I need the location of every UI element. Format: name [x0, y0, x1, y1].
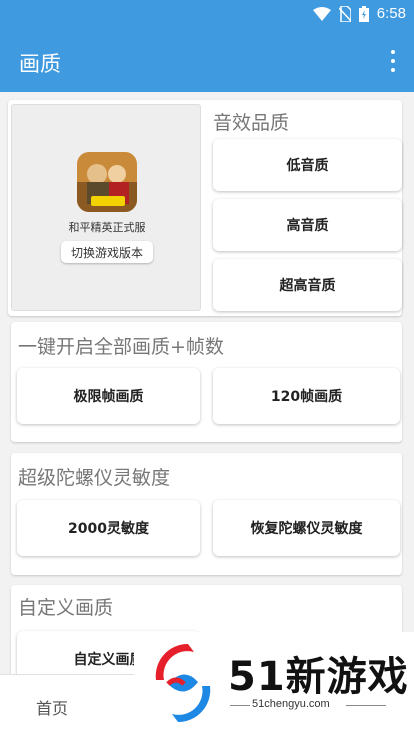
no-sim-icon	[338, 5, 351, 22]
one-key-title: 一键开启全部画质+帧数	[18, 336, 224, 358]
fps-120-button[interactable]: 120帧画质	[213, 368, 400, 424]
one-key-card: 一键开启全部画质+帧数 极限帧画质 120帧画质	[11, 322, 402, 442]
watermark-url: 51chengyu.com	[252, 698, 330, 710]
switch-version-button[interactable]: 切换游戏版本	[61, 241, 153, 263]
status-icons: 6:58	[312, 5, 406, 22]
watermark-divider-left	[230, 705, 250, 706]
status-bar: 6:58	[0, 0, 414, 30]
page-title: 画质	[19, 52, 61, 76]
audio-section-title: 音效品质	[213, 112, 290, 134]
game-name: 和平精英正式服	[68, 221, 146, 234]
brand-logo-icon	[155, 643, 211, 723]
gyro-title: 超级陀螺仪灵敏度	[18, 467, 171, 489]
high-audio-button[interactable]: 高音质	[213, 199, 402, 251]
custom-title: 自定义画质	[18, 597, 114, 619]
main-content[interactable]: 和平精英正式服 切换游戏版本 音效品质 低音质 高音质 超高音质 一键开启全部画…	[0, 92, 414, 687]
game-icon	[77, 152, 137, 212]
game-panel: 和平精英正式服 切换游戏版本	[11, 104, 201, 311]
gyro-card: 超级陀螺仪灵敏度 2000灵敏度 恢复陀螺仪灵敏度	[11, 453, 402, 575]
ultra-high-audio-button[interactable]: 超高音质	[213, 259, 402, 311]
clock: 6:58	[376, 5, 406, 22]
more-options-icon[interactable]	[388, 50, 398, 72]
app-bar: 画质	[0, 30, 414, 92]
nav-home[interactable]: 首页	[36, 695, 68, 719]
watermark-brand: 51新游戏	[228, 654, 409, 700]
watermark-divider-right	[346, 705, 386, 706]
sensitivity-2000-button[interactable]: 2000灵敏度	[17, 500, 200, 556]
watermark: 51新游戏 51chengyu.com	[134, 632, 414, 736]
game-audio-card: 和平精英正式服 切换游戏版本 音效品质 低音质 高音质 超高音质	[8, 100, 402, 316]
low-audio-button[interactable]: 低音质	[213, 139, 402, 191]
extreme-fps-button[interactable]: 极限帧画质	[17, 368, 200, 424]
reset-gyro-button[interactable]: 恢复陀螺仪灵敏度	[213, 500, 400, 556]
wifi-icon	[312, 6, 331, 21]
battery-charging-icon	[358, 5, 369, 22]
